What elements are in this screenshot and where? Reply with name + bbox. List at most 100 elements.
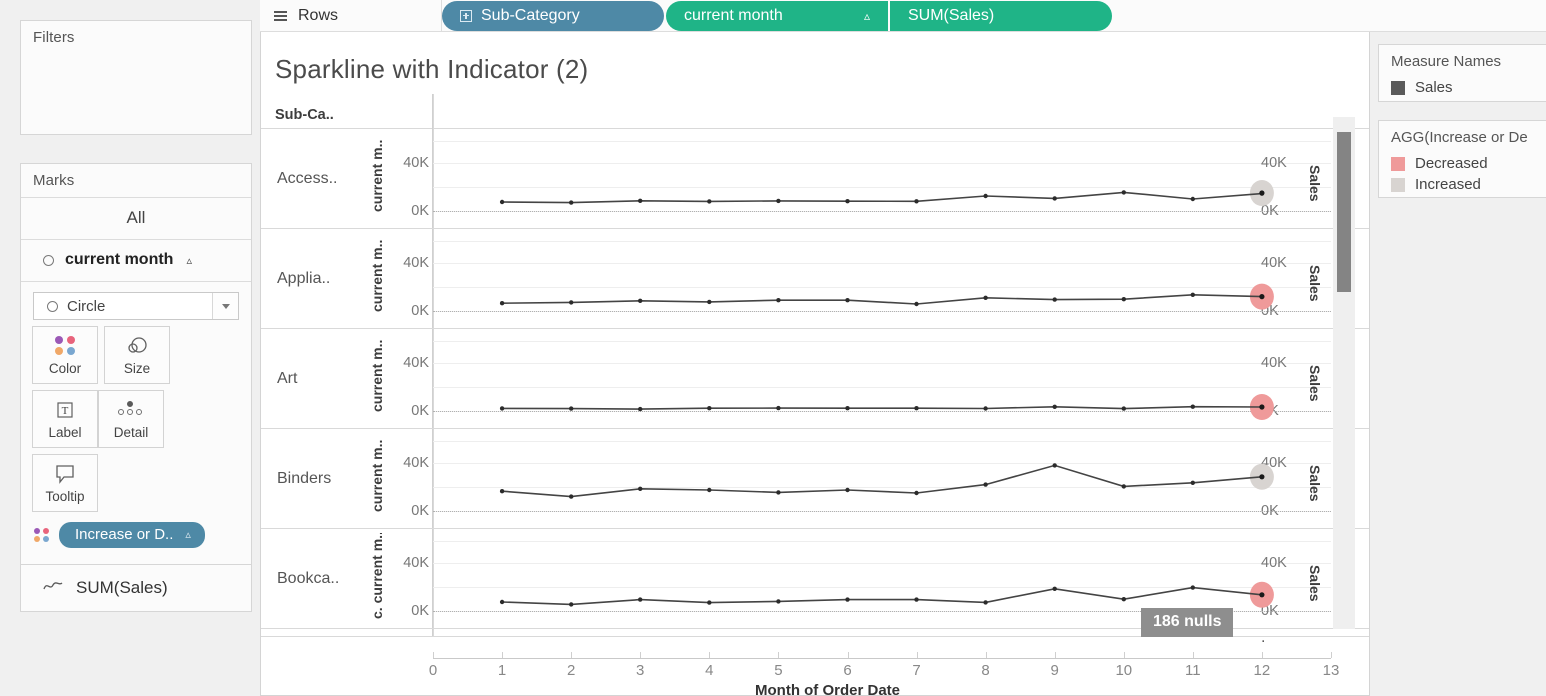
x-tick-mark xyxy=(1261,652,1263,658)
increase-decrease-legend-title: AGG(Increase or De xyxy=(1391,129,1528,146)
legend-item[interactable]: Increased xyxy=(1379,175,1546,196)
legend-item-label: Sales xyxy=(1415,79,1453,96)
color-shelf-label: Color xyxy=(48,360,82,376)
filters-card[interactable]: Filters xyxy=(20,20,252,135)
detail-dots-icon xyxy=(116,399,146,421)
color-dots-icon xyxy=(54,335,76,357)
x-tick-label: 9 xyxy=(1050,662,1059,679)
legend-item-label: Decreased xyxy=(1415,155,1488,172)
size-shelf-label: Size xyxy=(123,360,151,376)
measure-names-legend-title: Measure Names xyxy=(1391,53,1502,70)
increase-decrease-legend[interactable]: AGG(Increase or De Decreased Increased xyxy=(1378,120,1546,198)
pill-sub-category[interactable]: Sub-Category xyxy=(442,0,664,31)
pill-sum-sales-label: SUM(Sales) xyxy=(908,6,995,24)
increase-or-decrease-pill-label: Increase or D.. xyxy=(75,526,174,543)
x-tick-label: 10 xyxy=(1115,662,1133,679)
sparkline[interactable] xyxy=(433,429,1331,528)
y-tick-label: 0K xyxy=(411,603,429,619)
row-label: Binders xyxy=(277,470,332,487)
sparkline[interactable] xyxy=(433,129,1331,228)
x-tick-mark xyxy=(1054,652,1056,658)
label-text-icon: T xyxy=(54,399,76,421)
rows-shelf-label: Rows xyxy=(298,6,339,24)
x-tick-mark xyxy=(778,652,780,658)
left-panel: Filters Marks All current month ▵ Circle xyxy=(0,0,260,696)
legend-item[interactable]: Decreased xyxy=(1379,154,1546,175)
tooltip-shelf-label: Tooltip xyxy=(45,488,85,504)
size-shelf-button[interactable]: Size xyxy=(104,326,170,384)
viz-canvas[interactable]: Sparkline with Indicator (2) Sub-Ca.. Ac… xyxy=(260,32,1370,696)
x-tick-mark xyxy=(1123,652,1125,658)
row-label: Art xyxy=(277,370,298,387)
rows-hamburger-icon xyxy=(274,10,287,21)
mark-type-select[interactable]: Circle xyxy=(33,292,239,320)
color-swatch xyxy=(1391,156,1405,171)
pill-sum-sales[interactable]: SUM(Sales) xyxy=(890,0,1112,31)
expand-plus-icon[interactable] xyxy=(460,9,472,22)
tableau-worksheet: Filters Marks All current month ▵ Circle xyxy=(0,0,1546,696)
color-dots-icon xyxy=(34,528,50,542)
x-tick-mark xyxy=(847,652,849,658)
x-tick-label: 8 xyxy=(981,662,990,679)
increase-or-decrease-pill[interactable]: Increase or D.. ▵ xyxy=(59,522,205,548)
x-tick-label: 5 xyxy=(774,662,783,679)
pill-current-month[interactable]: current month ▵ xyxy=(666,0,888,31)
marks-body: Circle Color Size T Label Detail Tooltip… xyxy=(21,281,251,548)
label-shelf-button[interactable]: T Label xyxy=(32,390,98,448)
color-shelf-button[interactable]: Color xyxy=(32,326,98,384)
x-tick-label: 0 xyxy=(428,662,438,679)
partial-panel-dot: . xyxy=(1261,629,1266,646)
sparkline[interactable] xyxy=(433,329,1331,428)
circle-icon xyxy=(47,300,58,312)
x-tick-label: 7 xyxy=(912,662,921,679)
y-tick-label: 0K xyxy=(411,303,429,319)
svg-text:T: T xyxy=(62,405,69,417)
page-title: Sparkline with Indicator (2) xyxy=(275,54,589,84)
legend-item[interactable]: Sales xyxy=(1379,78,1546,99)
marks-shelf-buttons: Color Size T Label Detail Tooltip xyxy=(21,326,251,518)
x-axis-title: Month of Order Date xyxy=(755,682,900,696)
detail-shelf-button[interactable]: Detail xyxy=(98,390,164,448)
y-tick-label: 40K xyxy=(403,255,429,271)
x-tick-mark xyxy=(1331,652,1332,658)
detail-shelf-label: Detail xyxy=(113,424,149,440)
x-tick-mark xyxy=(916,652,918,658)
vertical-scrollbar-thumb[interactable] xyxy=(1337,132,1351,292)
row-label: Applia.. xyxy=(277,270,331,287)
x-tick-mark xyxy=(640,652,642,658)
y-tick-label: 40K xyxy=(403,455,429,471)
x-tick-label: 3 xyxy=(636,662,645,679)
color-encoding-row: Increase or D.. ▵ xyxy=(21,518,251,548)
marks-card-header[interactable]: current month ▵ xyxy=(21,239,251,281)
sort-ascending-icon: ▵ xyxy=(185,529,191,541)
marks-title: Marks xyxy=(33,172,75,189)
measure-names-legend[interactable]: Measure Names Sales xyxy=(1378,44,1546,102)
tooltip-shelf-button[interactable]: Tooltip xyxy=(32,454,98,512)
rows-shelf-pills: Sub-Category current month ▵ SUM(Sales) xyxy=(442,0,1112,31)
sparkline[interactable] xyxy=(433,229,1331,328)
x-tick-label: 11 xyxy=(1185,662,1201,679)
y-tick-label: 40K xyxy=(403,155,429,171)
x-tick-label: 6 xyxy=(843,662,852,679)
row-shelf-header-label: Sub-Ca.. xyxy=(275,107,334,123)
nulls-tooltip: 186 nulls xyxy=(1141,608,1234,637)
marks-card-label: current month xyxy=(65,251,174,268)
size-circles-icon xyxy=(125,335,149,357)
circle-mark-icon xyxy=(43,254,54,266)
marks-card-sum-sales-label: SUM(Sales) xyxy=(76,578,168,597)
color-swatch xyxy=(1391,80,1405,95)
x-tick-mark xyxy=(985,652,987,658)
label-shelf-label: Label xyxy=(48,424,82,440)
x-tick-mark xyxy=(502,652,504,658)
mark-type-dropdown-arrow[interactable] xyxy=(212,293,238,319)
x-tick-mark xyxy=(709,652,711,658)
x-tick-mark xyxy=(1192,652,1194,658)
marks-card-sum-sales[interactable]: SUM(Sales) xyxy=(20,564,252,612)
x-tick-label: 13 xyxy=(1322,662,1340,679)
rows-shelf[interactable]: Rows Sub-Category current month ▵ SUM(Sa… xyxy=(260,0,1546,32)
x-tick-label: 12 xyxy=(1253,662,1271,679)
row-label: Access.. xyxy=(277,170,338,187)
legend-panel: Measure Names Sales AGG(Increase or De D… xyxy=(1370,32,1546,696)
mark-type-value: Circle xyxy=(67,297,106,315)
marks-all-tab[interactable]: All xyxy=(21,197,251,239)
